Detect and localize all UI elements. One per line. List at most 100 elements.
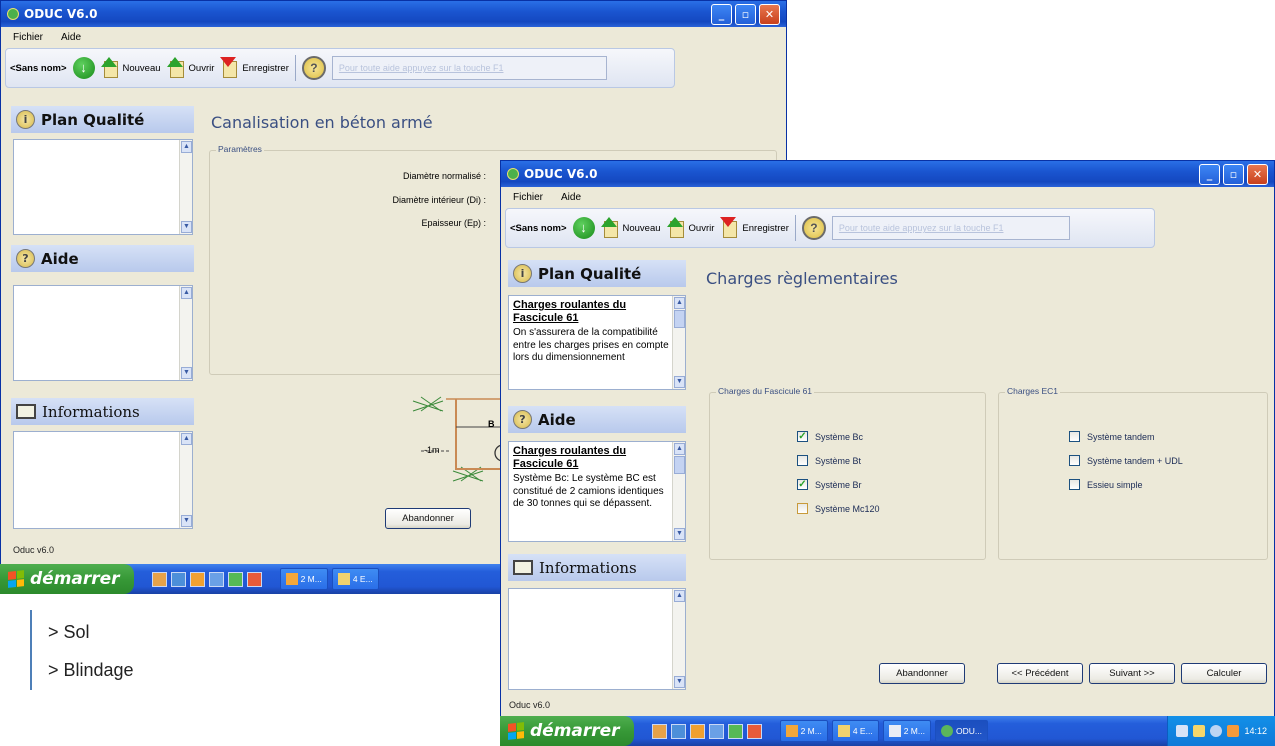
- open-label: Ouvrir: [188, 62, 215, 74]
- help-icon[interactable]: ?: [801, 216, 826, 240]
- open-doc-icon: [166, 57, 187, 79]
- task-label: 4 E...: [352, 574, 373, 584]
- quicklaunch-icon[interactable]: [208, 571, 224, 587]
- back-toolbar: <Sans nom> ↓ Nouveau Ouvrir Enregistrer …: [5, 48, 675, 88]
- taskbar-task[interactable]: 2 M...: [882, 720, 931, 742]
- page-accent-bar: [30, 610, 32, 690]
- aide-header[interactable]: ? Aide: [11, 245, 194, 272]
- checkbox-icon[interactable]: [797, 455, 808, 466]
- plan-qualite-header[interactable]: i Plan Qualité: [508, 260, 686, 287]
- task-label: 2 M...: [800, 726, 822, 736]
- checkbox-icon[interactable]: [1069, 455, 1080, 466]
- checkbox-systeme-tandem[interactable]: Système tandem: [1069, 431, 1155, 442]
- close-icon[interactable]: ✕: [1247, 163, 1268, 185]
- plan-qualite-header[interactable]: i Plan Qualité: [11, 106, 194, 133]
- start-button[interactable]: démarrer: [500, 716, 634, 746]
- checkbox-systeme-mc120[interactable]: Système Mc120: [797, 503, 880, 514]
- taskbar-task[interactable]: 2 M...: [279, 568, 328, 590]
- save-button[interactable]: Enregistrer: [220, 57, 289, 79]
- scrollbar[interactable]: ▲ ▼: [672, 589, 685, 689]
- quicklaunch-icon[interactable]: [227, 571, 243, 587]
- quicklaunch-icon[interactable]: [246, 571, 262, 587]
- tray-icon[interactable]: [1227, 725, 1240, 737]
- save-doc-icon: [220, 57, 240, 79]
- clock[interactable]: 14:12: [1244, 726, 1267, 736]
- back-abandon-button[interactable]: Abandonner: [385, 508, 471, 529]
- taskbar-task[interactable]: 2 M...: [779, 720, 828, 742]
- aide-label: Aide: [538, 410, 576, 429]
- minimize-icon[interactable]: _: [711, 3, 732, 25]
- tray-icon[interactable]: [1193, 725, 1206, 737]
- informations-header[interactable]: Informations: [11, 398, 194, 425]
- toolbar-separator: [794, 215, 796, 241]
- checkbox-systeme-bt[interactable]: Système Bt: [797, 455, 861, 466]
- checkbox-label: Système Br: [815, 479, 862, 490]
- quicklaunch-icon[interactable]: [651, 723, 667, 739]
- close-icon[interactable]: ✕: [759, 3, 780, 25]
- save-button[interactable]: Enregistrer: [720, 217, 789, 239]
- taskbar-task[interactable]: ODU...: [934, 720, 988, 742]
- menu-fichier[interactable]: Fichier: [513, 192, 543, 203]
- checkbox-checked-icon[interactable]: ✓: [797, 479, 808, 490]
- quicklaunch-icon[interactable]: [746, 723, 762, 739]
- checkbox-label: Essieu simple: [1087, 479, 1143, 490]
- aide-header[interactable]: ? Aide: [508, 406, 686, 433]
- parametres-label: Paramètres: [216, 144, 264, 154]
- scrollbar[interactable]: ▲ ▼: [179, 286, 192, 380]
- front-titlebar[interactable]: ODUC V6.0 _ ▫ ✕: [501, 161, 1274, 187]
- quicklaunch-icon[interactable]: [708, 723, 724, 739]
- taskbar-task[interactable]: 4 E...: [331, 568, 379, 590]
- quicklaunch-icon[interactable]: [189, 571, 205, 587]
- plan-qualite-icon: i: [513, 264, 532, 283]
- tray-icon[interactable]: [1176, 725, 1189, 737]
- scrollbar[interactable]: ▲ ▼: [672, 296, 685, 389]
- informations-header[interactable]: Informations: [508, 554, 686, 581]
- new-label: Nouveau: [122, 62, 161, 74]
- download-icon[interactable]: ↓: [72, 57, 95, 79]
- checkbox-essieu-simple[interactable]: Essieu simple: [1069, 479, 1143, 490]
- back-titlebar[interactable]: ODUC V6.0 _ ▫ ✕: [1, 1, 786, 27]
- checkbox-icon[interactable]: [1069, 431, 1080, 442]
- previous-button[interactable]: << Précédent: [997, 663, 1083, 684]
- quicklaunch-icon[interactable]: [151, 571, 167, 587]
- informations-label: Informations: [539, 558, 637, 577]
- plan-qualite-item-title[interactable]: Charges roulantes du Fascicule 61: [513, 299, 669, 324]
- calculate-button[interactable]: Calculer: [1181, 663, 1267, 684]
- new-button[interactable]: Nouveau: [100, 57, 161, 79]
- checkbox-systeme-br[interactable]: ✓ Système Br: [797, 479, 862, 490]
- quicklaunch-icon[interactable]: [170, 571, 186, 587]
- taskbar-task[interactable]: 4 E...: [831, 720, 879, 742]
- scrollbar[interactable]: ▲ ▼: [179, 432, 192, 528]
- checkbox-systeme-bc[interactable]: ✓ Système Bc: [797, 431, 863, 442]
- checkbox-checked-icon[interactable]: ✓: [797, 431, 808, 442]
- plan-qualite-label: Plan Qualité: [41, 110, 145, 129]
- help-icon[interactable]: ?: [301, 56, 326, 80]
- doc-name[interactable]: <Sans nom>: [10, 63, 67, 74]
- download-icon[interactable]: ↓: [572, 217, 595, 239]
- restore-icon[interactable]: ▫: [1223, 163, 1244, 185]
- open-button[interactable]: Ouvrir: [666, 217, 714, 239]
- start-button[interactable]: démarrer: [0, 564, 134, 594]
- checkbox-icon[interactable]: [1069, 479, 1080, 490]
- abandon-button[interactable]: Abandonner: [879, 663, 965, 684]
- quicklaunch-icon[interactable]: [670, 723, 686, 739]
- minimize-icon[interactable]: _: [1199, 163, 1220, 185]
- checkbox-systeme-tandem-udl[interactable]: Système tandem + UDL: [1069, 455, 1183, 466]
- next-button[interactable]: Suivant >>: [1089, 663, 1175, 684]
- scrollbar[interactable]: ▲ ▼: [179, 140, 192, 234]
- doc-name[interactable]: <Sans nom>: [510, 223, 567, 234]
- checkbox-icon[interactable]: [797, 503, 808, 514]
- help-hint: Pour toute aide appuyez sur la touche F1: [831, 216, 1070, 240]
- quicklaunch-icon[interactable]: [727, 723, 743, 739]
- front-menubar: Fichier Aide: [501, 187, 1274, 207]
- menu-fichier[interactable]: Fichier: [13, 32, 43, 43]
- quicklaunch-icon[interactable]: [689, 723, 705, 739]
- menu-aide[interactable]: Aide: [61, 32, 81, 43]
- restore-icon[interactable]: ▫: [735, 3, 756, 25]
- aide-item-title[interactable]: Charges roulantes du Fascicule 61: [513, 445, 669, 470]
- menu-aide[interactable]: Aide: [561, 192, 581, 203]
- open-button[interactable]: Ouvrir: [166, 57, 215, 79]
- tray-icon[interactable]: [1210, 725, 1223, 737]
- new-button[interactable]: Nouveau: [600, 217, 661, 239]
- scrollbar[interactable]: ▲ ▼: [672, 442, 685, 541]
